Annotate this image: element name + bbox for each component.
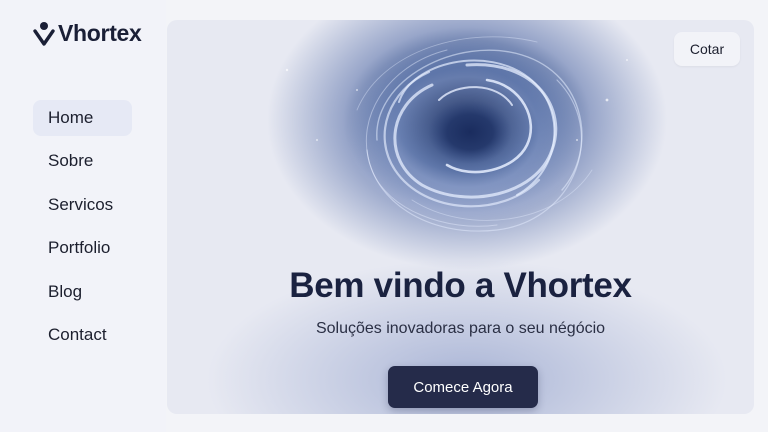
sidebar: Vhortex Home Sobre Servicos Portfolio Bl…	[0, 0, 166, 432]
brand-name: Vhortex	[58, 20, 142, 46]
sidebar-item-servicos[interactable]: Servicos	[33, 187, 132, 223]
sidebar-item-blog[interactable]: Blog	[33, 274, 132, 310]
get-started-button[interactable]: Comece Agora	[388, 366, 538, 408]
sidebar-item-home[interactable]: Home	[33, 100, 132, 136]
hero-section: Cotar Bem vindo a Vhortex Soluções inova…	[167, 20, 754, 414]
app-root: Vhortex Home Sobre Servicos Portfolio Bl…	[0, 0, 768, 432]
v-pin-logo-icon	[33, 21, 55, 46]
hero-title: Bem vindo a Vhortex	[289, 266, 632, 305]
sidebar-nav: Home Sobre Servicos Portfolio Blog Conta…	[33, 100, 132, 360]
brand-logo[interactable]: Vhortex	[33, 20, 142, 47]
sidebar-item-portfolio[interactable]: Portfolio	[33, 230, 132, 266]
vortex-background-image	[285, 36, 628, 232]
quote-button[interactable]: Cotar	[674, 32, 740, 66]
sidebar-item-contact[interactable]: Contact	[33, 317, 132, 353]
sidebar-item-sobre[interactable]: Sobre	[33, 143, 132, 179]
hero-subtitle: Soluções inovadoras para o seu négócio	[315, 320, 606, 337]
